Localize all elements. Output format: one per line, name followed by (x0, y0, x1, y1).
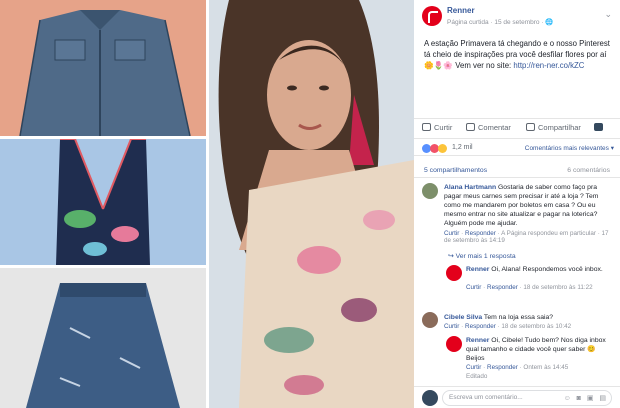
swimsuit-product-image[interactable] (0, 139, 206, 265)
comment-text: Oi, Alana! Respondemos você inbox. (489, 266, 603, 273)
comment-body: Alana Hartmann Gostaria de saber como fa… (444, 183, 614, 228)
denim-jacket-illustration (19, 10, 191, 136)
globe-icon: 🌐 (545, 19, 554, 26)
post-meta-text: Página curtida · 15 de setembro · (447, 19, 546, 26)
shares-count[interactable]: 5 compartilhamentos (424, 167, 487, 174)
avatar[interactable] (422, 312, 438, 328)
share-button[interactable]: Compartilhar (526, 123, 581, 132)
post-meta: Página curtida · 15 de setembro · 🌐 (447, 18, 553, 26)
comment-text: Tem na loja essa saia? (482, 314, 554, 321)
facebook-post-viewer: Renner Página curtida · 15 de setembro ·… (0, 0, 620, 408)
comment-icon (466, 123, 475, 131)
avatar[interactable] (446, 265, 462, 281)
comment-author[interactable]: Alana Hartmann (444, 184, 496, 191)
comment-body: Renner Oi, Cibele! Tudo bem? Nos diga in… (466, 336, 614, 363)
reactions-bar: 1,2 mil Comentários mais relevantes ▾ (414, 138, 620, 156)
comment-body: Renner Oi, Alana! Respondemos você inbox… (466, 265, 614, 274)
comment-meta: Curtir · Responder · A Página respondeu … (444, 230, 609, 244)
model-photo[interactable] (209, 0, 414, 408)
comment-body: Cibele Silva Tem na loja essa saia? (444, 313, 614, 322)
avatar[interactable] (422, 183, 438, 199)
comment-meta-text: · Ontem às 14:45 (517, 364, 569, 371)
avatar-icon (594, 123, 603, 131)
comment-reply-link[interactable]: Responder (465, 323, 496, 330)
reactions-count[interactable]: 1,2 mil (452, 144, 473, 151)
comment-meta: Curtir · Responder · Ontem às 14:45 (466, 364, 569, 371)
wow-reaction-icon (438, 144, 447, 153)
comment-like-link[interactable]: Curtir (466, 284, 481, 291)
like-label: Curtir (434, 123, 453, 132)
comment-like-link[interactable]: Curtir (466, 364, 481, 371)
comment-sort-dropdown[interactable]: Comentários mais relevantes ▾ (525, 144, 614, 152)
edited-label: Editado (466, 373, 488, 380)
floral-swimsuit-illustration (56, 139, 150, 265)
chevron-down-icon[interactable]: ⌄ (604, 9, 612, 20)
comment-meta: Curtir · Responder · 18 de setembro às 1… (466, 284, 593, 291)
post-panel: Renner Página curtida · 15 de setembro ·… (414, 0, 620, 408)
page-name-link[interactable]: Renner (447, 6, 475, 15)
skirt-product-image[interactable] (0, 268, 206, 408)
post-actions: Curtir Comentar Compartilhar (414, 118, 620, 136)
comment-meta-text: · 18 de setembro às 11:22 (517, 284, 593, 291)
comment-reply-link[interactable]: Responder (487, 364, 518, 371)
composer-icons[interactable]: ☺ ◙ ▣ ▤ (564, 394, 608, 402)
comment-label: Comentar (478, 123, 511, 132)
comment-author[interactable]: Renner (466, 266, 489, 273)
like-button[interactable]: Curtir (422, 123, 452, 132)
comment-reply-link[interactable]: Responder (487, 284, 518, 291)
avatar[interactable] (446, 336, 462, 352)
post-link[interactable]: http://ren-ner.co/kZC (513, 61, 584, 70)
comments-count[interactable]: 6 comentários (567, 167, 610, 174)
comment-like-link[interactable]: Curtir (444, 323, 459, 330)
renner-logo[interactable] (422, 6, 442, 26)
comment-button[interactable]: Comentar (466, 123, 511, 132)
model-with-floral-kimono (209, 0, 414, 408)
comment-meta-text: · 18 de setembro às 10:42 (495, 323, 572, 330)
jacket-product-image[interactable] (0, 0, 206, 136)
share-label: Compartilhar (538, 123, 581, 132)
comment-composer: Escreva um comentário... ☺ ◙ ▣ ▤ (414, 386, 620, 408)
share-icon (526, 123, 535, 131)
post-header: Renner Página curtida · 15 de setembro ·… (414, 0, 620, 30)
audience-selector[interactable] (594, 123, 606, 132)
comment-reply-link[interactable]: Responder (465, 230, 496, 237)
avatar (422, 390, 438, 406)
comment-author[interactable]: Renner (466, 337, 489, 344)
divider (414, 177, 620, 178)
comment-author[interactable]: Cibele Silva (444, 314, 482, 321)
post-text: A estação Primavera tá chegando e o noss… (424, 38, 612, 71)
comment-like-link[interactable]: Curtir (444, 230, 459, 237)
denim-skirt-illustration (26, 283, 180, 408)
view-more-replies[interactable]: ↪ Ver mais 1 resposta (448, 252, 516, 260)
thumbs-up-icon (422, 123, 431, 131)
comment-meta: Curtir · Responder · 18 de setembro às 1… (444, 323, 572, 330)
